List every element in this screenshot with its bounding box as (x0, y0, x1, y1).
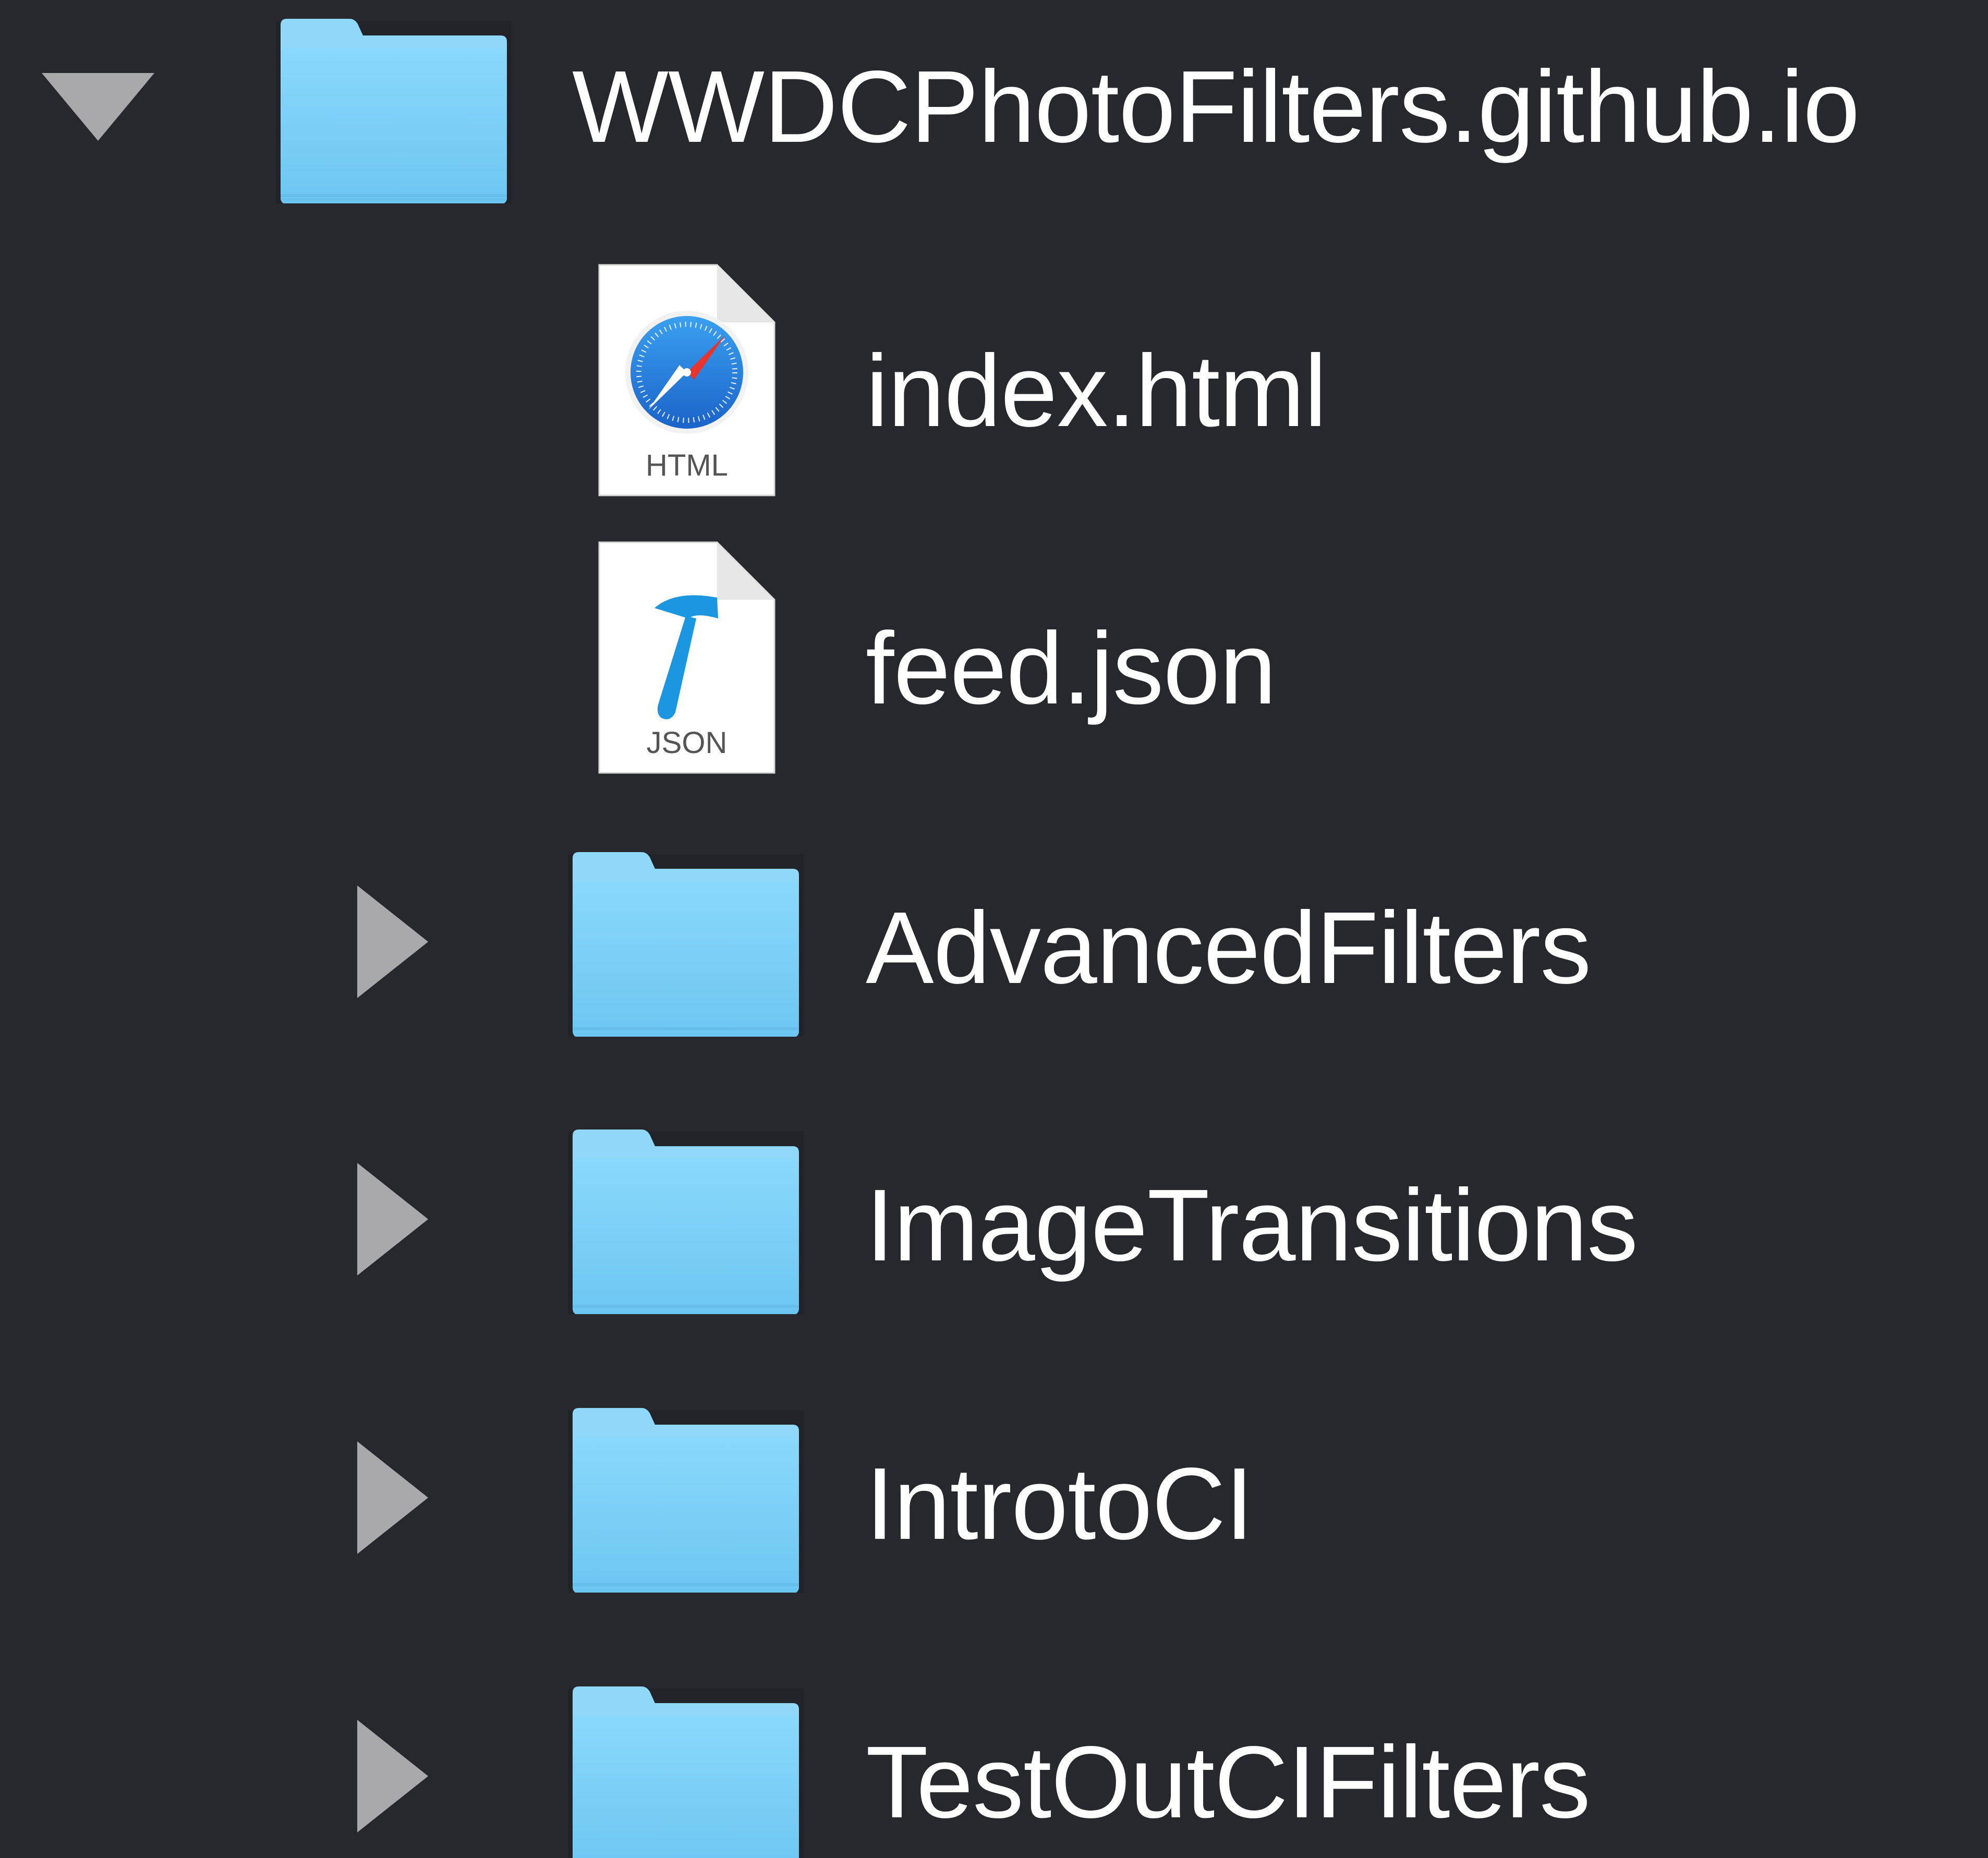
tree-row-folder[interactable]: TestOutCIFilters (0, 1652, 1988, 1858)
disclosure-triangle-collapsed-icon[interactable] (357, 1163, 428, 1276)
tree-item-label: TestOutCIFilters (866, 1725, 1591, 1839)
tree-item-label: WWDCPhotoFilters.github.io (572, 50, 1860, 164)
disclosure-triangle-collapsed-icon[interactable] (357, 1441, 428, 1554)
tree-item-label: AdvancedFilters (866, 891, 1591, 1005)
tree-item-label: feed.json (866, 611, 1276, 725)
svg-text:JSON: JSON (647, 726, 728, 760)
tree-row-file[interactable]: HTML index.html (0, 261, 1988, 537)
tree-row-folder[interactable]: ImageTransitions (0, 1095, 1988, 1371)
file-tree: WWDCPhotoFilters.github.io HTML index.ht… (0, 0, 1988, 1858)
tree-item-label: ImageTransitions (866, 1168, 1638, 1282)
tree-item-label: IntrotoCI (866, 1447, 1254, 1561)
folder-icon (276, 19, 511, 203)
safari-html-file-icon: HTML (598, 264, 775, 496)
folder-icon (568, 852, 803, 1037)
svg-text:HTML: HTML (646, 448, 728, 482)
xcode-json-file-icon: JSON (598, 541, 775, 774)
folder-icon (568, 1408, 803, 1593)
folder-icon (568, 1686, 803, 1858)
disclosure-triangle-expanded-icon[interactable] (42, 73, 154, 141)
tree-row-file[interactable]: JSON feed.json (0, 538, 1988, 815)
disclosure-triangle-collapsed-icon[interactable] (357, 885, 428, 998)
disclosure-triangle-collapsed-icon[interactable] (357, 1720, 428, 1832)
tree-row-folder[interactable]: AdvancedFilters (0, 818, 1988, 1094)
tree-row-root[interactable]: WWDCPhotoFilters.github.io (0, 0, 1988, 276)
tree-row-folder[interactable]: IntrotoCI (0, 1374, 1988, 1650)
tree-item-label: index.html (866, 334, 1327, 448)
folder-icon (568, 1130, 803, 1314)
